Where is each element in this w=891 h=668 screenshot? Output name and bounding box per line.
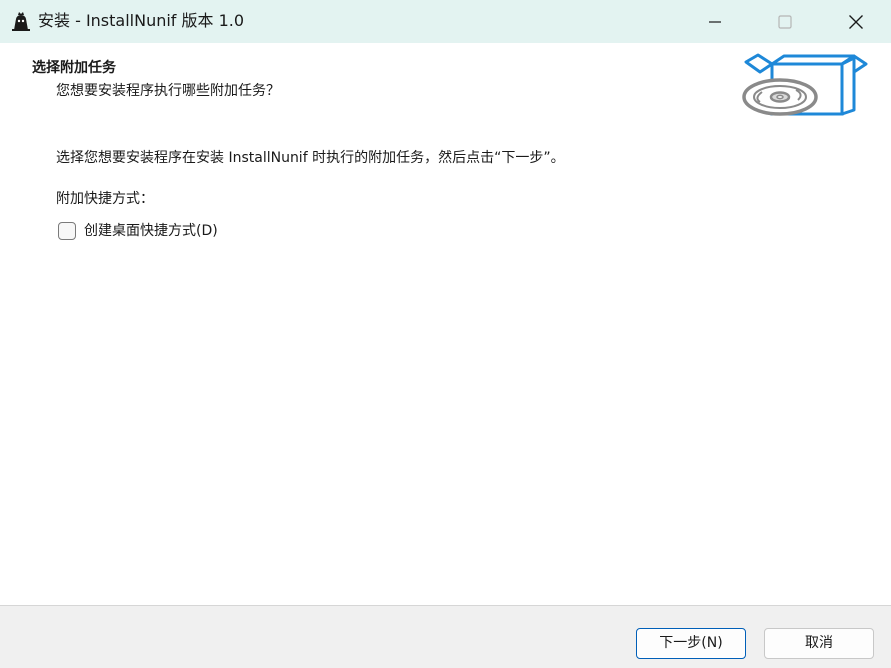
maximize-icon	[778, 14, 792, 29]
desktop-shortcut-option[interactable]: 创建桌面快捷方式(D)	[58, 220, 218, 242]
minimize-icon	[709, 20, 721, 23]
page-title: 选择附加任务	[32, 60, 116, 76]
desktop-shortcut-checkbox[interactable]	[58, 222, 76, 240]
maximize-button[interactable]	[762, 0, 808, 43]
close-icon	[849, 14, 863, 29]
minimize-button[interactable]	[692, 0, 738, 43]
close-button[interactable]	[833, 0, 879, 43]
box-with-disc-icon	[742, 53, 868, 116]
page-subtitle: 您想要安装程序执行哪些附加任务？	[56, 83, 280, 99]
footer-bar: 下一步(N) 取消	[0, 605, 891, 668]
cancel-button[interactable]: 取消	[764, 628, 874, 659]
installer-app-icon	[12, 12, 30, 31]
instruction-text: 选择您想要安装程序在安装 InstallNunif 时执行的附加任务，然后点击“…	[56, 150, 565, 166]
desktop-shortcut-label[interactable]: 创建桌面快捷方式(D)	[84, 222, 218, 240]
shortcut-group-label: 附加快捷方式：	[56, 191, 154, 207]
title-bar[interactable]: 安装 - InstallNunif 版本 1.0	[0, 0, 891, 43]
next-button[interactable]: 下一步(N)	[636, 628, 746, 659]
installer-window: 安装 - InstallNunif 版本 1.0 选择附加任务 您想要安装程序执…	[0, 0, 891, 668]
window-title: 安装 - InstallNunif 版本 1.0	[38, 11, 245, 30]
